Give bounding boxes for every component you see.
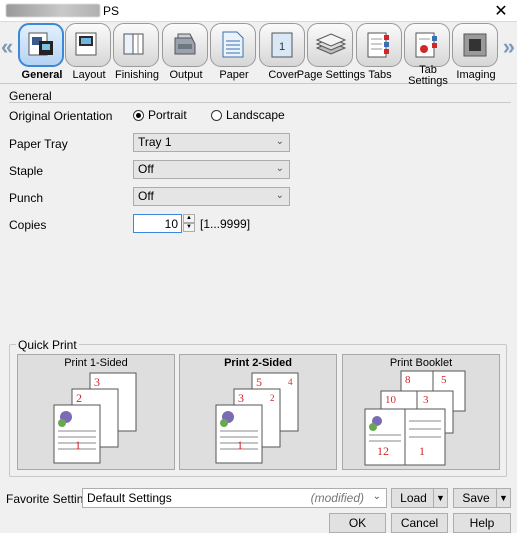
svg-text:1: 1	[279, 41, 285, 53]
copies-input[interactable]: 10	[133, 214, 182, 233]
copies-label: Copies	[9, 218, 47, 232]
page-settings-icon	[307, 23, 353, 67]
punch-label: Punch	[9, 191, 44, 205]
radio-dot	[133, 109, 144, 121]
radio-dot	[211, 109, 222, 121]
chevron-down-icon: ⌄	[275, 163, 284, 174]
paper-tray-select[interactable]: Tray 1 ⌄	[133, 133, 290, 152]
paper-tray-value: Tray 1	[138, 135, 172, 149]
quick-print-title: Quick Print	[16, 338, 79, 352]
print-booklet-card[interactable]: Print Booklet 8 5 10 3 12 1	[342, 354, 500, 470]
paper-icon	[210, 23, 256, 67]
page-number: 2	[270, 393, 275, 403]
load-button[interactable]: Load ▼	[391, 488, 448, 508]
help-button[interactable]: Help	[453, 513, 511, 533]
tabs-icon	[356, 23, 402, 67]
page-sheet: 1	[53, 404, 101, 464]
paper-tray-label: Paper Tray	[9, 137, 68, 151]
ok-button[interactable]: OK	[329, 513, 386, 533]
chevron-down-icon[interactable]: ▼	[496, 489, 510, 507]
tab-label: Imaging	[456, 69, 496, 81]
favorite-setting-label: Favorite Setting	[6, 492, 91, 506]
card-title: Print 2-Sided	[224, 357, 292, 369]
tab-scroll-left-icon[interactable]: «	[1, 34, 13, 60]
page-number: 3	[238, 391, 244, 405]
cancel-button[interactable]: Cancel	[391, 513, 448, 533]
print-1-sided-card[interactable]: Print 1-Sided 3 2 1	[17, 354, 175, 470]
section-divider	[9, 102, 511, 103]
page-number: 3	[423, 394, 429, 406]
staple-label: Staple	[9, 164, 44, 178]
tab-imaging[interactable]: Imaging	[448, 23, 504, 83]
close-icon[interactable]: ✕	[493, 1, 509, 21]
punch-value: Off	[138, 189, 154, 203]
page-number: 5	[441, 374, 447, 386]
output-icon	[162, 23, 208, 67]
layout-icon	[65, 23, 111, 67]
page-number: 10	[385, 394, 397, 406]
radio-label: Portrait	[148, 108, 187, 122]
booklet-spread: 12 1	[364, 408, 446, 466]
tab-scroll-right-icon[interactable]: »	[503, 34, 515, 60]
staple-select[interactable]: Off ⌄	[133, 160, 290, 179]
tab-strip: « General Layout Finishing Output Paper …	[0, 22, 517, 87]
card-title: Print 1-Sided	[64, 357, 128, 369]
print-2-sided-illustration: 5 4 3 2 1	[215, 372, 299, 464]
title-bar: PS ✕	[0, 0, 517, 22]
staple-value: Off	[138, 162, 154, 176]
page-number: 1	[419, 444, 425, 458]
page-number: 5	[256, 375, 262, 389]
chevron-down-icon[interactable]: ▼	[433, 489, 447, 507]
imaging-icon	[452, 23, 498, 67]
tab-settings-icon	[404, 23, 450, 67]
page-sheet: 1	[215, 404, 263, 464]
orientation-label: Original Orientation	[9, 109, 113, 123]
chevron-down-icon: ⌄	[275, 190, 284, 201]
copies-stepper[interactable]: ▲ ▼	[183, 214, 195, 233]
print-2-sided-card[interactable]: Print 2-Sided 5 4 3 2 1	[179, 354, 337, 470]
stepper-down-icon[interactable]: ▼	[183, 223, 195, 232]
general-icon	[18, 23, 64, 67]
page-number: 1	[237, 438, 243, 452]
orientation-portrait-radio[interactable]: Portrait	[133, 108, 187, 122]
section-title: General	[9, 89, 52, 103]
window-title: PS	[103, 4, 120, 18]
print-booklet-illustration: 8 5 10 3 12 1	[364, 370, 466, 466]
favorite-setting-select[interactable]: Default Settings (modified) ⌄	[82, 488, 387, 508]
stepper-up-icon[interactable]: ▲	[183, 214, 195, 223]
card-title: Print Booklet	[389, 357, 453, 369]
chevron-down-icon: ⌄	[372, 491, 381, 502]
page-number: 3	[94, 375, 100, 389]
radio-label: Landscape	[226, 108, 285, 122]
page-number: 4	[288, 377, 293, 387]
finishing-icon	[113, 23, 159, 67]
save-button[interactable]: Save ▼	[453, 488, 511, 508]
page-number: 12	[377, 444, 389, 458]
cover-icon: 1	[259, 23, 305, 67]
print-1-sided-illustration: 3 2 1	[53, 372, 137, 464]
page-number: 2	[76, 391, 82, 405]
window-title-printer-name	[6, 4, 100, 17]
chevron-down-icon: ⌄	[275, 136, 284, 147]
favorite-setting-value: Default Settings	[87, 491, 172, 505]
orientation-landscape-radio[interactable]: Landscape	[211, 108, 285, 122]
page-number: 8	[405, 374, 411, 386]
punch-select[interactable]: Off ⌄	[133, 187, 290, 206]
modified-indicator: (modified)	[310, 491, 364, 505]
copies-range: [1...9999]	[200, 217, 251, 231]
page-number: 1	[75, 438, 81, 452]
